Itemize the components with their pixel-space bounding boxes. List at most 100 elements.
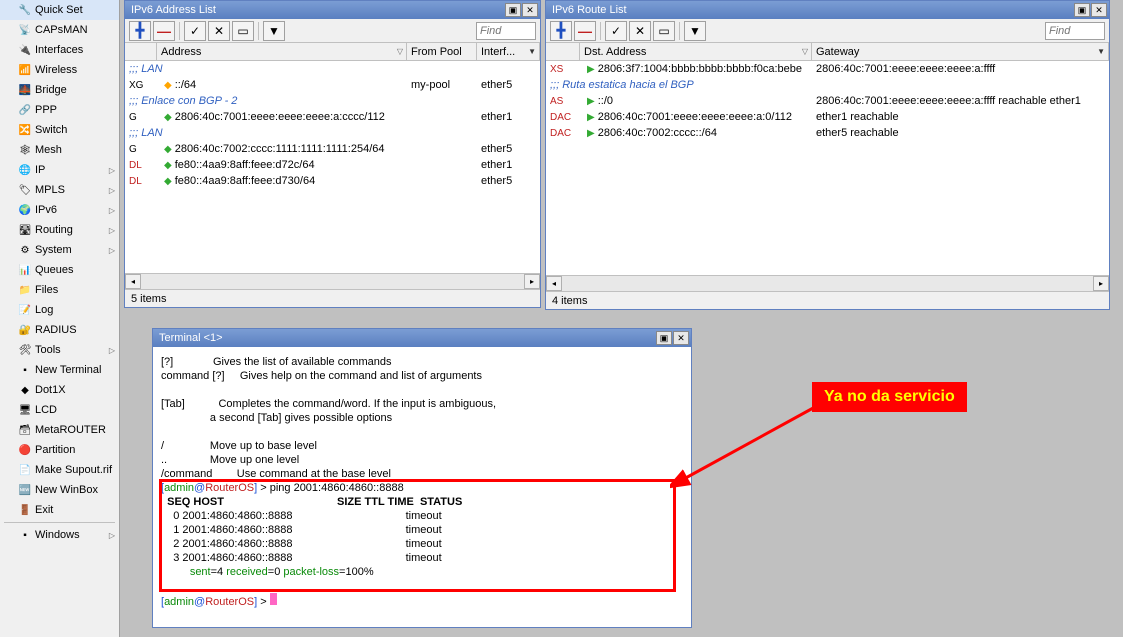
enable-button[interactable]: ✓: [605, 21, 627, 41]
sidebar-item[interactable]: 📶Wireless: [0, 60, 119, 80]
sidebar-item[interactable]: 🔧Quick Set: [0, 0, 119, 20]
col-address[interactable]: Address: [157, 43, 407, 60]
submenu-icon: ▷: [109, 246, 115, 255]
sidebar-item[interactable]: 🏷MPLS▷: [0, 180, 119, 200]
table-row[interactable]: XG◆::/64my-poolether5: [125, 77, 540, 93]
minimize-button[interactable]: ▣: [505, 3, 521, 17]
menu-label: New WinBox: [35, 484, 98, 496]
table-row[interactable]: XS▶2806:3f7:1004:bbbb:bbbb:bbbb:f0ca:beb…: [546, 61, 1109, 77]
annotation-label: Ya no da servicio: [812, 382, 967, 412]
sidebar-item[interactable]: 🌉Bridge: [0, 80, 119, 100]
table-row[interactable]: ;;; LAN: [125, 61, 540, 77]
sidebar-item[interactable]: 🗃MetaROUTER: [0, 420, 119, 440]
menu-label: Wireless: [35, 64, 77, 76]
submenu-icon: ▷: [109, 531, 115, 540]
menu-icon: 📶: [18, 63, 32, 77]
menu-label: System: [35, 244, 72, 256]
remove-button[interactable]: —: [574, 21, 596, 41]
close-button[interactable]: ✕: [1091, 3, 1107, 17]
menu-icon: 🆕: [18, 483, 32, 497]
sidebar-item[interactable]: 📄Make Supout.rif: [0, 460, 119, 480]
sidebar-item[interactable]: ⚙System▷: [0, 240, 119, 260]
table-row[interactable]: AS▶::/02806:40c:7001:eeee:eeee:eeee:a:ff…: [546, 93, 1109, 109]
grid-body[interactable]: ;;; LANXG◆::/64my-poolether5;;; Enlace c…: [125, 61, 540, 273]
disable-button[interactable]: ✕: [208, 21, 230, 41]
menu-label: Tools: [35, 344, 61, 356]
sidebar-item[interactable]: 🌐IP▷: [0, 160, 119, 180]
col-interface[interactable]: Interf...: [477, 43, 540, 60]
minimize-button[interactable]: ▣: [1074, 3, 1090, 17]
sidebar-item[interactable]: 🚪Exit: [0, 500, 119, 520]
hscroll[interactable]: ◂▸: [125, 273, 540, 289]
enable-button[interactable]: ✓: [184, 21, 206, 41]
submenu-icon: ▷: [109, 186, 115, 195]
find-input[interactable]: [476, 22, 536, 40]
menu-icon: 🛠: [18, 343, 32, 357]
titlebar[interactable]: IPv6 Address List ▣ ✕: [125, 1, 540, 19]
col-flags[interactable]: [125, 43, 157, 60]
sidebar-item[interactable]: 🔀Switch: [0, 120, 119, 140]
col-pool[interactable]: From Pool: [407, 43, 477, 60]
terminal-body[interactable]: [?] Gives the list of available commands…: [153, 347, 691, 627]
grid-header: Dst. Address Gateway: [546, 43, 1109, 61]
table-row[interactable]: ;;; LAN: [125, 125, 540, 141]
col-gateway[interactable]: Gateway: [812, 43, 1109, 60]
remove-button[interactable]: —: [153, 21, 175, 41]
menu-label: Quick Set: [35, 4, 83, 16]
sidebar-item[interactable]: 📊Queues: [0, 260, 119, 280]
sidebar-item[interactable]: 🆕New WinBox: [0, 480, 119, 500]
window-title: IPv6 Route List: [552, 4, 627, 16]
filter-button[interactable]: ▼: [684, 21, 706, 41]
sidebar-item[interactable]: 🔌Interfaces: [0, 40, 119, 60]
sidebar-item[interactable]: 🌍IPv6▷: [0, 200, 119, 220]
add-button[interactable]: ╋: [129, 21, 151, 41]
close-button[interactable]: ✕: [673, 331, 689, 345]
hscroll[interactable]: ◂▸: [546, 275, 1109, 291]
comment-button[interactable]: ▭: [653, 21, 675, 41]
close-button[interactable]: ✕: [522, 3, 538, 17]
statusbar: 4 items: [546, 291, 1109, 309]
add-button[interactable]: ╋: [550, 21, 572, 41]
table-row[interactable]: ;;; Ruta estatica hacia el BGP: [546, 77, 1109, 93]
find-input[interactable]: [1045, 22, 1105, 40]
col-dst[interactable]: Dst. Address: [580, 43, 812, 60]
titlebar[interactable]: Terminal <1> ▣ ✕: [153, 329, 691, 347]
table-row[interactable]: DL◆fe80::4aa9:8aff:feee:d72c/64ether1: [125, 157, 540, 173]
submenu-icon: ▷: [109, 166, 115, 175]
sidebar-item[interactable]: 📁Files: [0, 280, 119, 300]
sidebar-item[interactable]: 🕸Mesh: [0, 140, 119, 160]
menu-label: Interfaces: [35, 44, 83, 56]
menu-label: Log: [35, 304, 53, 316]
table-row[interactable]: DL◆fe80::4aa9:8aff:feee:d730/64ether5: [125, 173, 540, 189]
menu-icon: ▪: [18, 363, 32, 377]
sidebar-item[interactable]: 🖥LCD: [0, 400, 119, 420]
sidebar-item[interactable]: 🛣Routing▷: [0, 220, 119, 240]
table-row[interactable]: DAC▶2806:40c:7001:eeee:eeee:eeee:a:0/112…: [546, 109, 1109, 125]
col-flags[interactable]: [546, 43, 580, 60]
toolbar: ╋ — ✓ ✕ ▭ ▼: [125, 19, 540, 43]
sidebar-item[interactable]: ▪New Terminal: [0, 360, 119, 380]
table-row[interactable]: ;;; Enlace con BGP - 2: [125, 93, 540, 109]
table-row[interactable]: G◆2806:40c:7002:cccc:1111:1111:1111:254/…: [125, 141, 540, 157]
sidebar-item[interactable]: 📝Log: [0, 300, 119, 320]
sidebar-item-windows[interactable]: ▪Windows▷: [0, 525, 119, 545]
minimize-button[interactable]: ▣: [656, 331, 672, 345]
table-row[interactable]: DAC▶2806:40c:7002:cccc::/64ether5 reacha…: [546, 125, 1109, 141]
menu-label: MPLS: [35, 184, 65, 196]
sidebar-item[interactable]: ◆Dot1X: [0, 380, 119, 400]
comment-button[interactable]: ▭: [232, 21, 254, 41]
sidebar-item[interactable]: 🛠Tools▷: [0, 340, 119, 360]
menu-icon: 📝: [18, 303, 32, 317]
table-row[interactable]: G◆2806:40c:7001:eeee:eeee:eeee:a:cccc/11…: [125, 109, 540, 125]
sidebar-item[interactable]: 🔗PPP: [0, 100, 119, 120]
grid-body[interactable]: XS▶2806:3f7:1004:bbbb:bbbb:bbbb:f0ca:beb…: [546, 61, 1109, 275]
menu-label: Bridge: [35, 84, 67, 96]
disable-button[interactable]: ✕: [629, 21, 651, 41]
filter-button[interactable]: ▼: [263, 21, 285, 41]
ipv6-address-window: IPv6 Address List ▣ ✕ ╋ — ✓ ✕ ▭ ▼ Addres…: [124, 0, 541, 308]
sidebar-item[interactable]: 🔴Partition: [0, 440, 119, 460]
sidebar-item[interactable]: 🔐RADIUS: [0, 320, 119, 340]
menu-label: Switch: [35, 124, 67, 136]
sidebar-item[interactable]: 📡CAPsMAN: [0, 20, 119, 40]
titlebar[interactable]: IPv6 Route List ▣ ✕: [546, 1, 1109, 19]
